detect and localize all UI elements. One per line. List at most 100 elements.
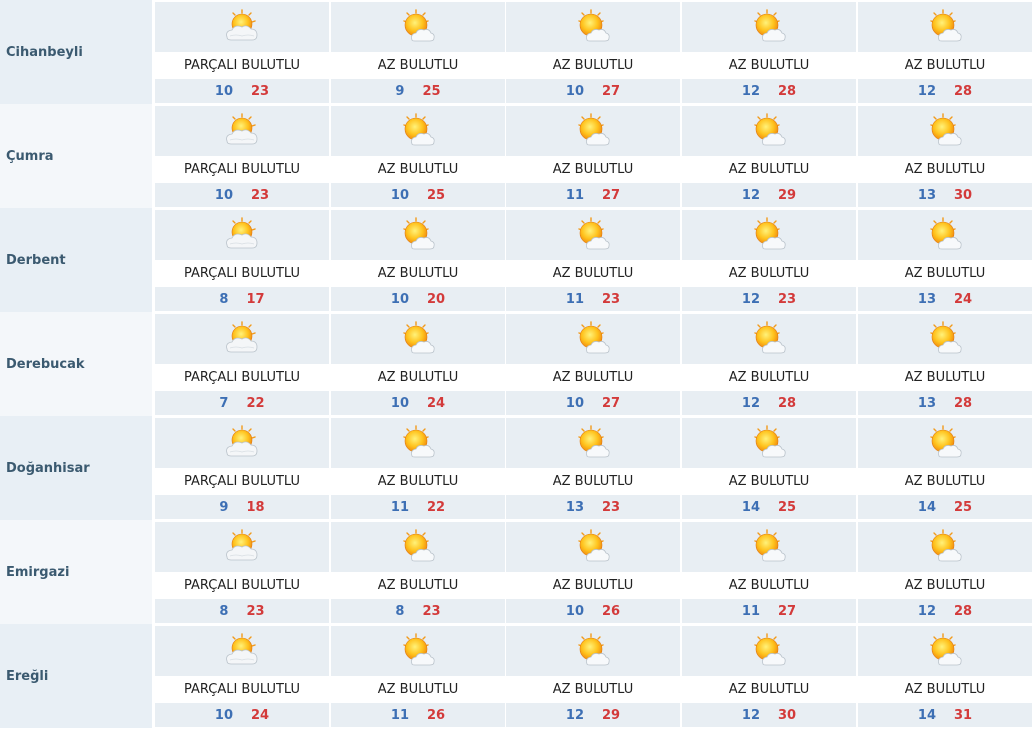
mostly-sunny-icon xyxy=(403,113,435,146)
forecast-day-cell: AZ BULUTLU 13 28 xyxy=(858,312,1032,416)
max-temperature: 28 xyxy=(778,83,797,99)
condition-label: AZ BULUTLU xyxy=(682,364,856,391)
min-temperature: 12 xyxy=(741,395,760,411)
forecast-day-cell: AZ BULUTLU 12 23 xyxy=(682,208,856,312)
temperature-range: 9 25 xyxy=(331,79,505,103)
condition-label: AZ BULUTLU xyxy=(331,572,505,599)
max-temperature: 23 xyxy=(602,499,621,515)
weather-icon-cell xyxy=(506,626,680,676)
weather-icon-cell xyxy=(155,626,329,676)
min-temperature: 10 xyxy=(565,395,584,411)
max-temperature: 18 xyxy=(246,499,265,515)
temperature-range: 7 22 xyxy=(155,391,329,415)
forecast-day-cell: AZ BULUTLU 10 20 xyxy=(331,208,505,312)
mostly-sunny-icon xyxy=(930,529,962,562)
partly-cloudy-icon xyxy=(226,425,258,457)
max-temperature: 26 xyxy=(602,603,621,619)
min-temperature: 11 xyxy=(741,603,760,619)
min-temperature: 10 xyxy=(390,187,409,203)
min-temperature: 10 xyxy=(565,603,584,619)
condition-label: AZ BULUTLU xyxy=(331,156,505,183)
temperature-range: 10 25 xyxy=(331,183,505,207)
condition-label: PARÇALI BULUTLU xyxy=(155,156,329,183)
min-temperature: 14 xyxy=(917,499,936,515)
temperature-range: 14 25 xyxy=(682,495,856,519)
temperature-range: 12 28 xyxy=(858,79,1032,103)
forecast-day-cell: AZ BULUTLU 9 25 xyxy=(331,0,505,104)
weather-icon-cell xyxy=(155,210,329,260)
mostly-sunny-icon xyxy=(930,425,962,458)
condition-label: AZ BULUTLU xyxy=(506,468,680,495)
max-temperature: 25 xyxy=(778,499,797,515)
condition-label: AZ BULUTLU xyxy=(858,468,1032,495)
condition-label: AZ BULUTLU xyxy=(682,676,856,703)
min-temperature: 10 xyxy=(390,291,409,307)
temperature-range: 10 24 xyxy=(155,703,329,727)
temperature-range: 10 27 xyxy=(506,79,680,103)
weather-icon-cell xyxy=(682,626,856,676)
temperature-range: 13 24 xyxy=(858,287,1032,311)
weather-icon-cell xyxy=(331,106,505,156)
mostly-sunny-icon xyxy=(578,113,610,146)
condition-label: AZ BULUTLU xyxy=(682,572,856,599)
temperature-range: 13 30 xyxy=(858,183,1032,207)
city-row: Derbent PARÇALI BULUTLU 8 17 AZ BULUTLU … xyxy=(0,208,1036,312)
weather-icon-cell xyxy=(155,418,329,468)
mostly-sunny-icon xyxy=(578,9,610,42)
weather-icon-cell xyxy=(858,210,1032,260)
mostly-sunny-icon xyxy=(403,633,435,666)
city-row: Emirgazi PARÇALI BULUTLU 8 23 AZ BULUTLU… xyxy=(0,520,1036,624)
forecast-day-cell: AZ BULUTLU 11 27 xyxy=(682,520,856,624)
weather-icon-cell xyxy=(858,418,1032,468)
forecast-table: Cihanbeyli PARÇALI BULUTLU 10 23 AZ BULU… xyxy=(0,0,1036,728)
temperature-range: 10 23 xyxy=(155,183,329,207)
condition-label: AZ BULUTLU xyxy=(331,364,505,391)
forecast-day-cell: AZ BULUTLU 13 23 xyxy=(506,416,680,520)
forecast-day-cell: AZ BULUTLU 11 22 xyxy=(331,416,505,520)
condition-label: AZ BULUTLU xyxy=(506,260,680,287)
forecast-day-cell: PARÇALI BULUTLU 9 18 xyxy=(155,416,329,520)
max-temperature: 24 xyxy=(251,707,270,723)
max-temperature: 22 xyxy=(246,395,265,411)
partly-cloudy-icon xyxy=(226,529,258,561)
city-name: Emirgazi xyxy=(0,520,152,624)
temperature-range: 11 27 xyxy=(506,183,680,207)
max-temperature: 30 xyxy=(954,187,973,203)
forecast-day-cell: AZ BULUTLU 13 30 xyxy=(858,104,1032,208)
mostly-sunny-icon xyxy=(930,113,962,146)
max-temperature: 23 xyxy=(246,603,265,619)
mostly-sunny-icon xyxy=(578,633,610,666)
min-temperature: 12 xyxy=(565,707,584,723)
city-row: Derebucak PARÇALI BULUTLU 7 22 AZ BULUTL… xyxy=(0,312,1036,416)
temperature-range: 8 23 xyxy=(331,599,505,623)
temperature-range: 10 27 xyxy=(506,391,680,415)
max-temperature: 27 xyxy=(778,603,797,619)
min-temperature: 12 xyxy=(741,187,760,203)
forecast-day-cell: AZ BULUTLU 12 30 xyxy=(682,624,856,728)
min-temperature: 7 xyxy=(219,395,229,411)
temperature-range: 12 29 xyxy=(682,183,856,207)
forecast-day-cell: AZ BULUTLU 12 29 xyxy=(682,104,856,208)
max-temperature: 22 xyxy=(427,499,446,515)
condition-label: AZ BULUTLU xyxy=(858,676,1032,703)
forecast-day-cell: AZ BULUTLU 14 25 xyxy=(858,416,1032,520)
condition-label: AZ BULUTLU xyxy=(858,572,1032,599)
weather-icon-cell xyxy=(506,106,680,156)
weather-icon-cell xyxy=(858,522,1032,572)
mostly-sunny-icon xyxy=(754,529,786,562)
weather-icon-cell xyxy=(682,106,856,156)
city-name: Ereğli xyxy=(0,624,152,728)
temperature-range: 11 23 xyxy=(506,287,680,311)
partly-cloudy-icon xyxy=(226,217,258,249)
partly-cloudy-icon xyxy=(226,633,258,665)
mostly-sunny-icon xyxy=(930,9,962,42)
condition-label: AZ BULUTLU xyxy=(506,364,680,391)
weather-icon-cell xyxy=(858,626,1032,676)
min-temperature: 10 xyxy=(214,187,233,203)
min-temperature: 11 xyxy=(390,499,409,515)
weather-icon-cell xyxy=(682,418,856,468)
forecast-day-cell: PARÇALI BULUTLU 10 23 xyxy=(155,104,329,208)
condition-label: AZ BULUTLU xyxy=(506,676,680,703)
condition-label: AZ BULUTLU xyxy=(506,52,680,79)
mostly-sunny-icon xyxy=(754,113,786,146)
